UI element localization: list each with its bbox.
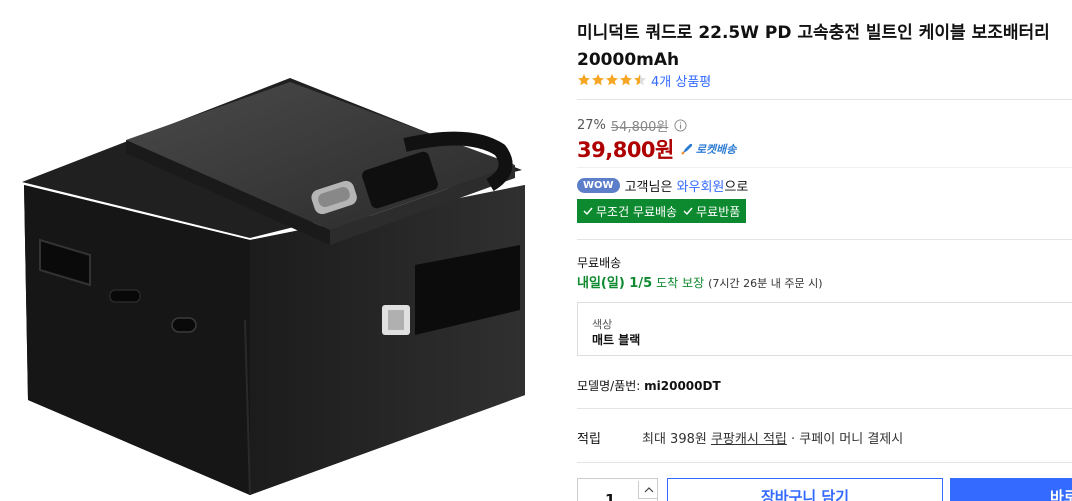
rating-row: 4개 상품평 bbox=[577, 71, 711, 90]
info-icon[interactable] bbox=[674, 119, 687, 132]
shipping-guarantee: 도착 보장 bbox=[656, 276, 705, 290]
discount-rate: 27% bbox=[577, 118, 606, 133]
points-label: 적립 bbox=[577, 432, 601, 447]
add-to-cart-button[interactable]: 장바구니 담기 bbox=[667, 478, 943, 501]
sale-price-row: 39,800원 로켓배송 bbox=[577, 134, 736, 164]
rocket-icon bbox=[681, 144, 692, 155]
divider bbox=[577, 462, 1072, 463]
points-prefix: 최대 398원 bbox=[642, 432, 707, 447]
wow-member-link[interactable]: 와우회원 bbox=[677, 176, 725, 195]
divider bbox=[577, 408, 1072, 409]
sale-price: 39,800원 bbox=[577, 138, 674, 162]
star-icon bbox=[592, 74, 604, 86]
wow-text-after: 으로 bbox=[724, 180, 749, 195]
check-icon bbox=[683, 207, 693, 216]
quantity-stepper[interactable]: 1 bbox=[577, 478, 658, 501]
original-price: 54,800원 bbox=[610, 120, 669, 135]
quantity-increase-button[interactable] bbox=[638, 481, 658, 499]
free-shipping-label: 무조건 무료배송 bbox=[596, 204, 678, 219]
shipping-title: 무료배송 bbox=[577, 256, 622, 270]
divider bbox=[577, 99, 1072, 100]
model-label: 모델명/품번: bbox=[577, 379, 641, 393]
check-icon bbox=[583, 207, 593, 216]
model-number-row: 모델명/품번: mi20000DT bbox=[577, 377, 721, 394]
option-label: 색상 bbox=[592, 318, 613, 331]
wow-member-row: WOW 고객님은 와우회원 으로 bbox=[577, 176, 748, 195]
rocket-label: 로켓배송 bbox=[695, 143, 737, 156]
divider bbox=[577, 239, 1072, 240]
product-image bbox=[0, 0, 560, 501]
original-price-row: 27% 54,800원 bbox=[577, 116, 687, 135]
free-return-label: 무료반품 bbox=[696, 204, 741, 219]
points-row: 적립 최대 398원 쿠팡캐시 적립 · 쿠페이 머니 결제시 bbox=[577, 428, 903, 447]
star-icon bbox=[634, 74, 646, 86]
free-shipping-badge: 무조건 무료배송 무료반품 bbox=[577, 199, 747, 223]
star-icon bbox=[620, 74, 632, 86]
buy-now-button[interactable]: 바로구매 bbox=[950, 478, 1072, 501]
divider bbox=[577, 167, 1072, 168]
chevron-up-icon bbox=[644, 486, 653, 492]
quantity-value[interactable]: 1 bbox=[605, 491, 615, 501]
option-value: 매트 블랙 bbox=[592, 333, 641, 347]
coupang-cash-link[interactable]: 쿠팡캐시 적립 bbox=[711, 432, 787, 447]
product-info-panel: 미니덕트 쿼드로 22.5W PD 고속충전 빌트인 케이블 보조배터리 200… bbox=[577, 0, 1072, 501]
model-value: mi20000DT bbox=[644, 379, 721, 393]
star-icon bbox=[606, 74, 618, 86]
points-text: 최대 398원 쿠팡캐시 적립 · 쿠페이 머니 결제시 bbox=[642, 428, 903, 447]
product-title: 미니덕트 쿼드로 22.5W PD 고속충전 빌트인 케이블 보조배터리 200… bbox=[577, 20, 1072, 74]
color-option-selector[interactable]: 색상 매트 블랙 bbox=[577, 302, 1072, 356]
rocket-delivery-badge: 로켓배송 bbox=[680, 141, 736, 157]
wow-badge: WOW bbox=[577, 178, 620, 193]
power-bank-illustration bbox=[22, 78, 525, 496]
product-title-line1: 미니덕트 쿼드로 22.5W PD 고속충전 빌트인 케이블 보조배터리 bbox=[577, 23, 1050, 43]
shipping-eta-row: 내일(일) 1/5 도착 보장 (7시간 26분 내 주문 시) bbox=[577, 272, 823, 291]
star-rating bbox=[577, 73, 647, 87]
star-icon bbox=[578, 74, 590, 86]
points-suffix: · 쿠페이 머니 결제시 bbox=[791, 432, 904, 447]
review-count-link[interactable]: 4개 상품평 bbox=[651, 71, 711, 90]
shipping-note: (7시간 26분 내 주문 시) bbox=[708, 277, 823, 290]
shipping-date: 내일(일) 1/5 bbox=[577, 276, 653, 291]
wow-text-before: 고객님은 bbox=[624, 180, 673, 195]
